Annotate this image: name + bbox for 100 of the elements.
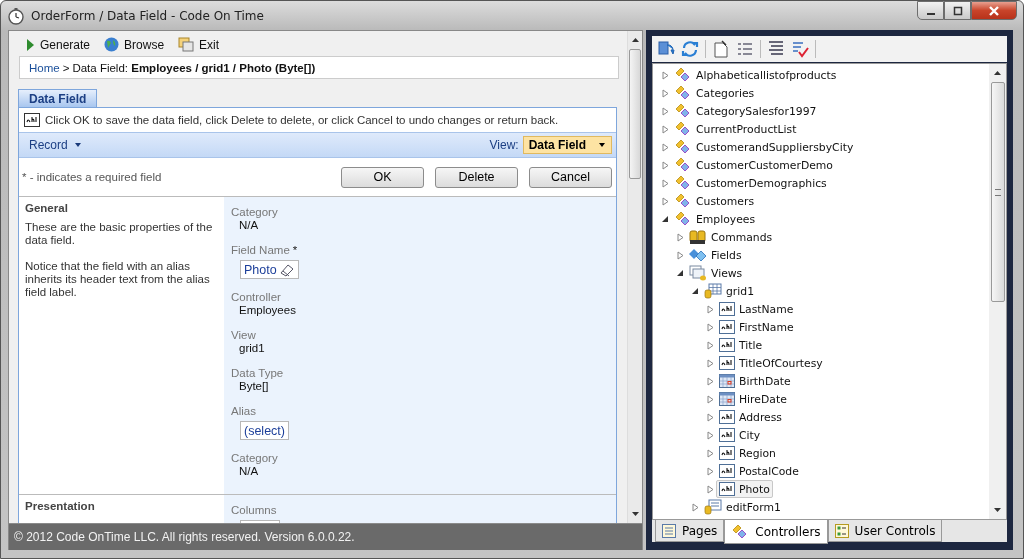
field-label: Columns bbox=[231, 504, 277, 517]
text-field-icon bbox=[719, 356, 735, 370]
controller-icon bbox=[674, 103, 692, 119]
tree-item[interactable]: CustomerDemographics bbox=[671, 174, 830, 192]
sync-icon[interactable] bbox=[657, 40, 675, 58]
tree-item[interactable]: LastName bbox=[716, 300, 797, 318]
section-title: General bbox=[25, 202, 69, 214]
toolbar-button[interactable]: Browse bbox=[102, 37, 167, 52]
tree-item[interactable]: grid1 bbox=[701, 282, 757, 300]
tree-item[interactable]: CustomerandSuppliersbyCity bbox=[671, 138, 857, 156]
required-mark: * bbox=[292, 244, 298, 257]
tree-item[interactable]: Photo bbox=[716, 480, 773, 498]
tree-item[interactable]: Customers bbox=[671, 192, 758, 210]
text-field-icon bbox=[719, 482, 735, 496]
scroll-down-icon[interactable] bbox=[630, 511, 640, 517]
explorer-tab[interactable]: Controllers bbox=[724, 520, 828, 544]
required-note: * - indicates a required field bbox=[22, 171, 162, 183]
tree-item[interactable]: Region bbox=[716, 444, 779, 462]
outline-icon[interactable] bbox=[767, 40, 785, 58]
tree-item[interactable]: Categories bbox=[671, 84, 758, 102]
tree-item[interactable]: editForm1 bbox=[701, 498, 784, 516]
minimize-icon bbox=[926, 12, 935, 15]
field-value: N/A bbox=[238, 465, 260, 478]
new-page-icon[interactable] bbox=[712, 40, 730, 58]
expander-icon[interactable] bbox=[691, 286, 700, 296]
scroll-up-icon[interactable] bbox=[630, 37, 640, 43]
field-value: Byte[] bbox=[238, 380, 270, 393]
database-icon bbox=[689, 229, 707, 245]
windows-icon bbox=[178, 37, 195, 52]
tree-item[interactable]: CustomerCustomerDemo bbox=[671, 156, 836, 174]
scrollbar-thumb[interactable] bbox=[990, 82, 1005, 302]
action-button[interactable]: OK bbox=[341, 166, 424, 188]
tree-item[interactable]: TitleOfCourtesy bbox=[716, 354, 826, 372]
tree-item[interactable]: HireDate bbox=[716, 390, 790, 408]
lookup-link[interactable]: Photo bbox=[240, 260, 299, 279]
tree-item[interactable]: Title bbox=[716, 336, 766, 354]
tree-item[interactable]: Alphabeticallistofproducts bbox=[671, 66, 840, 84]
toolbar-button[interactable]: Generate bbox=[23, 37, 93, 52]
record-menu[interactable]: Record bbox=[29, 138, 82, 152]
maximize-icon bbox=[951, 5, 964, 16]
minimize-button[interactable] bbox=[917, 1, 944, 20]
scrollbar[interactable] bbox=[627, 31, 642, 523]
text-field-icon bbox=[719, 464, 735, 478]
explorer-tab[interactable]: User Controls bbox=[827, 520, 943, 542]
field-label: Field Name bbox=[231, 244, 290, 257]
list-icon[interactable] bbox=[736, 40, 754, 58]
scrollbar[interactable] bbox=[989, 64, 1006, 519]
caret-icon bbox=[73, 142, 82, 148]
tree-item[interactable]: City bbox=[716, 426, 764, 444]
close-icon bbox=[987, 4, 1001, 17]
tree-item[interactable]: Commands bbox=[686, 228, 776, 246]
expander-icon[interactable] bbox=[661, 214, 670, 224]
tree-item[interactable]: BirthDate bbox=[716, 372, 794, 390]
play-icon bbox=[25, 37, 35, 52]
explorer-tab[interactable]: Pages bbox=[655, 520, 725, 542]
globe-icon bbox=[104, 37, 120, 52]
refresh-icon[interactable] bbox=[681, 40, 699, 58]
close-button[interactable] bbox=[971, 1, 1017, 20]
text-field-icon bbox=[719, 302, 735, 316]
checklist-icon[interactable] bbox=[791, 40, 809, 58]
action-button[interactable]: Delete bbox=[435, 166, 518, 188]
controller-icon bbox=[674, 211, 692, 227]
field-label: Category bbox=[231, 452, 278, 465]
maximize-button[interactable] bbox=[944, 1, 971, 20]
caret-icon bbox=[598, 142, 606, 148]
expander-icon[interactable] bbox=[676, 268, 685, 278]
grid-icon bbox=[704, 283, 722, 299]
breadcrumb-current: Data Field: Employees / grid1 / Photo (Byte[]) bbox=[72, 61, 316, 74]
scroll-down-icon[interactable] bbox=[993, 507, 1002, 513]
text-field-icon bbox=[719, 320, 735, 334]
home-link[interactable]: Home bbox=[29, 61, 60, 74]
tree-item[interactable]: Views bbox=[686, 264, 746, 282]
diamonds-icon bbox=[689, 247, 707, 263]
tree-item[interactable]: Address bbox=[716, 408, 785, 426]
toolbar-button[interactable]: Exit bbox=[176, 37, 222, 52]
text-field-icon bbox=[719, 446, 735, 460]
tree-item[interactable]: CurrentProductList bbox=[671, 120, 800, 138]
page-list-icon bbox=[662, 523, 676, 538]
form-tab[interactable]: Data Field bbox=[18, 89, 98, 107]
scroll-up-icon[interactable] bbox=[993, 70, 1002, 76]
controller-icon bbox=[674, 121, 692, 137]
tree-item[interactable]: CategorySalesfor1997 bbox=[671, 102, 820, 120]
stopwatch-icon bbox=[7, 6, 25, 25]
view-label: View: bbox=[489, 138, 519, 152]
controller-icon bbox=[674, 67, 692, 83]
tree-item[interactable]: FirstName bbox=[716, 318, 797, 336]
action-button[interactable]: Cancel bbox=[529, 166, 612, 188]
lookup-link[interactable]: (select) bbox=[240, 421, 289, 440]
tree-item[interactable]: Fields bbox=[686, 246, 745, 264]
calendar-icon bbox=[719, 374, 735, 388]
view-dropdown[interactable]: Data Field bbox=[522, 136, 612, 154]
section-title: Presentation bbox=[25, 500, 96, 512]
copyright-text: © 2012 Code OnTime LLC. All rights reserved. Version 6.0.0.22. bbox=[14, 530, 355, 544]
field-value: N/A bbox=[238, 219, 260, 232]
controller-icon bbox=[674, 193, 692, 209]
scrollbar-thumb[interactable] bbox=[629, 49, 641, 179]
field-label: Data Type bbox=[231, 367, 284, 380]
field-label: Alias bbox=[231, 405, 256, 418]
tree-item[interactable]: PostalCode bbox=[716, 462, 802, 480]
tree-item[interactable]: Employees bbox=[671, 210, 759, 228]
